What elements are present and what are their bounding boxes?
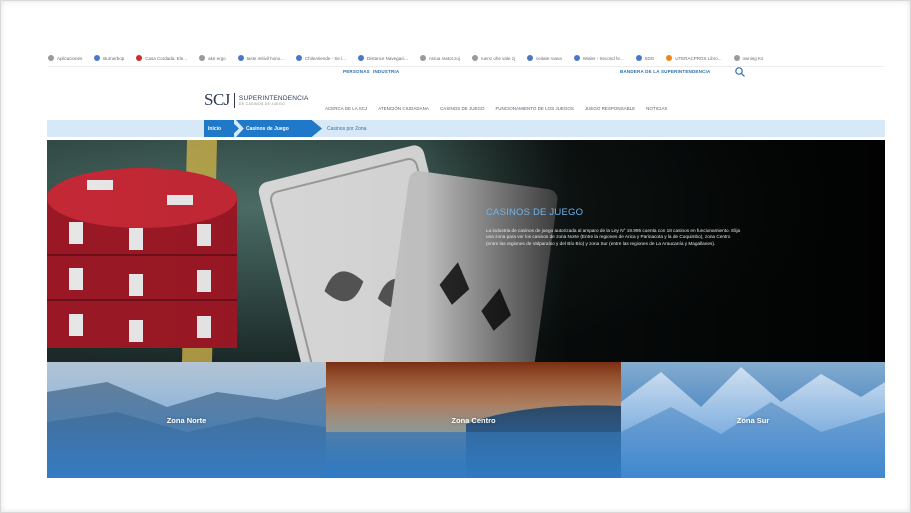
breadcrumb-section-label: Casinos de Juego <box>246 125 289 132</box>
bookmark-item[interactable]: Burnerbop <box>94 55 124 61</box>
site-icon <box>199 55 206 61</box>
site-icon <box>420 55 427 61</box>
site-icon <box>471 55 478 61</box>
globe-icon <box>357 55 364 61</box>
globe-icon <box>526 55 533 61</box>
hero-description: La industria de casinos de juego autoriz… <box>486 228 741 246</box>
nav-item-funcionamiento[interactable]: FUNCIONAMIENTO DE LOS JUEGOS <box>495 106 573 111</box>
bookmark-label: Burnerbop <box>103 55 125 61</box>
nav-item-noticias[interactable]: NOTICIAS <box>646 106 667 111</box>
site-icon <box>733 55 740 61</box>
bookmark-label: ruenz ohe vale zj <box>480 55 515 61</box>
breadcrumb <box>47 120 885 137</box>
globe-icon <box>573 55 580 61</box>
site-icon <box>136 55 143 61</box>
nav-item-acerca[interactable]: ACERCA DE LA SCJ <box>325 106 367 111</box>
bookmark-label: ake ergo <box>208 55 226 61</box>
bookmark-label: owning Ks <box>742 55 764 61</box>
bookmark-label: ChileAtiende - Se l... <box>304 55 346 61</box>
link-bandera[interactable]: BANDERA DE LA SUPERINTENDENCIA <box>620 69 710 74</box>
bookmark-item[interactable]: Casa Cordada, Ele... <box>136 55 187 61</box>
link-personas[interactable]: PERSONAS <box>343 69 370 74</box>
zone-center-label: Zona Centro <box>451 416 496 425</box>
zone-north-label: Zona Norte <box>166 416 207 425</box>
zone-center-card[interactable]: Zona Centro <box>326 362 621 478</box>
bookmark-item[interactable]: ChileAtiende - Se l... <box>295 55 346 61</box>
nav-item-atencion[interactable]: ATENCIÓN CIUDADANA <box>378 106 429 111</box>
breadcrumb-section[interactable]: Casinos de Juego <box>236 120 322 137</box>
hero-banner <box>47 140 885 362</box>
bookmark-label: Aplicaciones <box>57 55 83 61</box>
main-nav: ACERCA DE LA SCJ ATENCIÓN CIUDADANA CASI… <box>325 106 667 111</box>
hero-title: CASINOS DE JUEGO <box>486 207 584 218</box>
bookmark-label: Casa Cordada, Ele... <box>145 55 188 61</box>
globe-icon <box>94 55 101 61</box>
logo-line-2: DE CASINOS DE JUEGO <box>238 101 286 106</box>
bookmarks-bar: Aplicaciones Burnerbop Casa Cordada, Ele… <box>48 52 884 64</box>
site-icon <box>666 55 673 61</box>
globe-icon <box>237 55 244 61</box>
bookmark-label: ceitate roava <box>535 55 562 61</box>
zone-south-card[interactable]: Zona Sur <box>621 362 885 478</box>
logo-line-1: SUPERINTENDENCIA <box>238 94 309 102</box>
globe-icon <box>635 55 642 61</box>
bookmark-item[interactable]: ceitate roava <box>526 55 562 61</box>
bookmark-label: UTERACPROS Libro... <box>675 55 722 61</box>
logo-mark: SCJ <box>204 90 230 109</box>
zone-south-label: Zona Sur <box>736 416 770 425</box>
bookmark-item[interactable]: ake ergo <box>199 55 226 61</box>
breadcrumb-current: Casinos por Zona <box>327 125 367 132</box>
bookmark-item[interactable]: SDG <box>635 55 655 61</box>
bookmark-label: SDG <box>644 55 655 61</box>
site-logo[interactable]: SCJ SUPERINTENDENCIA DE CASINOS DE JUEGO <box>204 90 309 110</box>
bookmark-item[interactable]: taste mitivil hono... <box>237 55 284 61</box>
logo-divider <box>233 92 235 108</box>
zone-north-card[interactable]: Zona Norte <box>47 362 326 478</box>
breadcrumb-home-label: Inicio <box>208 125 222 132</box>
bookmark-item[interactable]: Aplicaciones <box>48 55 82 61</box>
nav-item-casinos[interactable]: CASINOS DE JUEGO <box>440 106 485 111</box>
bookmarks-divider <box>48 66 884 67</box>
bookmark-item[interactable]: ruenz ohe vale zj <box>471 55 515 61</box>
link-industria[interactable]: INDUSTRIA <box>373 69 399 74</box>
bookmark-label: Wialer - Second hr... <box>582 55 624 61</box>
search-icon[interactable] <box>734 66 746 78</box>
bookmark-item[interactable]: Distance Navegaci... <box>357 55 409 61</box>
site-icon <box>295 55 302 61</box>
logo-text: SUPERINTENDENCIA DE CASINOS DE JUEGO <box>239 95 309 106</box>
bookmark-label: nsrua rastor.zoj <box>429 55 460 61</box>
bookmark-item[interactable]: Wialer - Second hr... <box>573 55 624 61</box>
bookmark-label: taste mitivil hono... <box>246 55 284 61</box>
nav-item-juego-responsable[interactable]: JUEGO RESPONSABLE <box>585 106 635 111</box>
bookmark-label: Distance Navegaci... <box>366 55 409 61</box>
bookmark-item[interactable]: UTERACPROS Libro... <box>666 55 722 61</box>
breadcrumb-home[interactable]: Inicio <box>204 120 234 137</box>
hero-image <box>47 140 885 362</box>
apps-icon <box>48 55 54 61</box>
bookmark-item[interactable]: nsrua rastor.zoj <box>420 55 460 61</box>
bookmark-item[interactable]: owning Ks <box>733 55 764 61</box>
